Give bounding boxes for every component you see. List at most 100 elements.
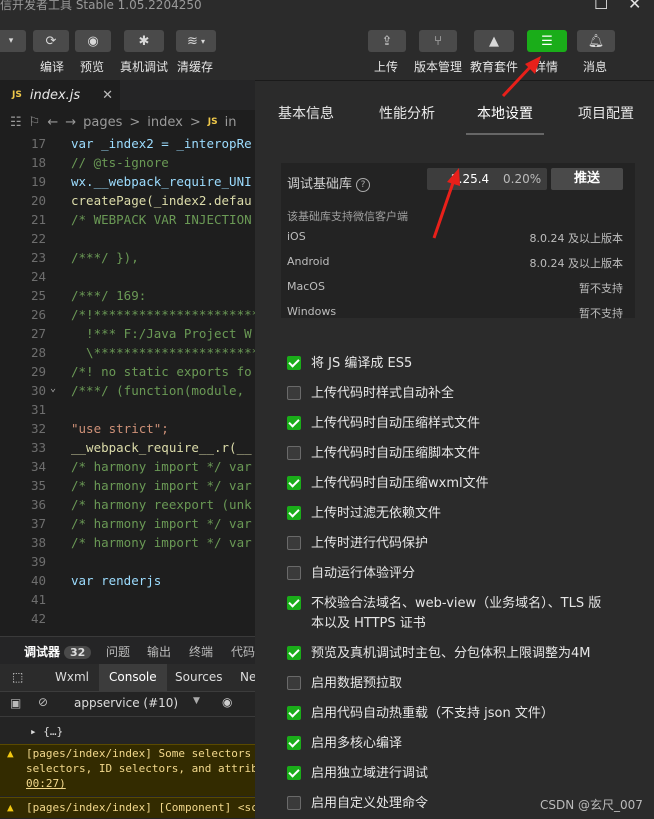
line-number: 40	[30, 573, 46, 588]
code-text: /***/ }),	[71, 250, 139, 265]
line-number: 31	[30, 402, 46, 417]
bottom-panel-tabs: 调试器 32 问题 输出 终端 代码	[0, 636, 255, 665]
forward-arrow-icon[interactable]: →	[65, 115, 76, 130]
tab-project-config[interactable]: 项目配置	[578, 103, 634, 123]
back-arrow-icon[interactable]: ←	[47, 115, 58, 130]
tab-basic-info[interactable]: 基本信息	[278, 103, 334, 123]
push-button[interactable]: 推送	[551, 168, 623, 190]
context-selector[interactable]: appservice (#10)	[74, 696, 178, 710]
upload-button[interactable]: ⇪	[368, 30, 406, 52]
platform-row: Windows 暂不支持	[287, 305, 623, 320]
line-number: 39	[30, 554, 46, 569]
messages-button[interactable]: 🔔︎	[577, 30, 615, 52]
tab-debugger[interactable]: 调试器 32	[24, 643, 92, 660]
option-label: 上传代码时样式自动补全	[311, 386, 455, 401]
option-label: 预览及真机调试时主包、分包体积上限调整为4M	[311, 646, 591, 661]
inspect-icon[interactable]: ⬚	[12, 670, 23, 684]
tab-wxml[interactable]: Wxml	[55, 670, 89, 684]
close-window-icon[interactable]: ✕	[628, 0, 641, 13]
checkbox-checked[interactable]	[287, 646, 301, 660]
option-label: 上传代码时自动压缩wxml文件	[311, 476, 489, 491]
code-line: 42	[0, 611, 255, 630]
details-button[interactable]: ☰	[527, 30, 567, 52]
mode-dropdown[interactable]: ▾	[0, 30, 26, 52]
checkbox-checked[interactable]	[287, 596, 301, 610]
option-label: 启用代码自动热重载（不支持 json 文件）	[311, 706, 554, 721]
tab-performance[interactable]: 性能分析	[379, 103, 435, 123]
close-icon[interactable]: ✕	[102, 88, 113, 103]
breadcrumb-item[interactable]: in	[225, 115, 237, 130]
outline-icon[interactable]: ☷	[10, 115, 22, 130]
bell-icon: 🔔︎	[587, 33, 605, 49]
checkbox-unchecked[interactable]	[287, 796, 301, 810]
line-number: 36	[30, 497, 46, 512]
tab-network[interactable]: Ne	[240, 670, 256, 684]
line-number: 37	[30, 516, 46, 531]
sidebar-toggle-icon[interactable]: ▣	[10, 696, 21, 710]
editor-tab-index-js[interactable]: JS index.js ✕	[0, 80, 120, 110]
code-text: // @ts-ignore	[71, 155, 169, 170]
checkbox-checked[interactable]	[287, 736, 301, 750]
version-button[interactable]: ⑂	[419, 30, 457, 52]
option-label: 上传时过滤无依赖文件	[311, 506, 442, 521]
code-line: 25 /***/ 169:	[0, 288, 255, 307]
breadcrumb: ☷ ⚐ ← → pages > index > JS in	[0, 110, 255, 134]
clear-console-icon[interactable]: ⊘	[38, 695, 48, 709]
education-button[interactable]: ▲	[474, 30, 514, 52]
checkbox-unchecked[interactable]	[287, 566, 301, 580]
tab-output[interactable]: 输出	[147, 643, 171, 660]
collapsed-object[interactable]: ▸ {…}	[30, 725, 63, 738]
tab-problems[interactable]: 问题	[106, 643, 130, 660]
checkbox-checked[interactable]	[287, 356, 301, 370]
fold-chevron-icon[interactable]: ⌄	[50, 383, 56, 394]
preview-button[interactable]: ◉	[75, 30, 111, 52]
warning-icon: ▲	[7, 801, 14, 814]
checkbox-checked[interactable]	[287, 416, 301, 430]
code-line: 33 __webpack_require__.r(__	[0, 440, 255, 459]
checkbox-checked[interactable]	[287, 476, 301, 490]
code-line: 26 /*!**********************	[0, 307, 255, 326]
code-text: /* harmony import */ var	[71, 516, 252, 531]
tab-code[interactable]: 代码	[231, 643, 255, 660]
checkbox-unchecked[interactable]	[287, 446, 301, 460]
maximize-icon[interactable]: ☐	[594, 0, 608, 13]
breadcrumb-item[interactable]: pages	[83, 115, 122, 130]
version-label: 版本管理	[414, 60, 463, 74]
option-label: 不校验合法域名、web-view（业务域名）、TLS 版本以及 HTTPS 证书	[311, 596, 602, 631]
platform-row: Android 8.0.24 及以上版本	[287, 255, 623, 270]
compile-button[interactable]: ⟳	[33, 30, 69, 52]
breadcrumb-item[interactable]: index	[147, 115, 183, 130]
code-text: wx.__webpack_require_UNI	[71, 174, 252, 189]
tab-console[interactable]: Console	[99, 664, 167, 691]
line-number: 42	[30, 611, 46, 626]
platform-name: Windows	[287, 305, 337, 318]
line-number: 20	[30, 193, 46, 208]
checkbox-checked[interactable]	[287, 766, 301, 780]
help-icon[interactable]: ?	[356, 177, 371, 192]
checkbox-checked[interactable]	[287, 506, 301, 520]
code-editor[interactable]: 17 var _index2 = _interopRe 18 // @ts-ignor…	[0, 136, 255, 630]
tab-local-settings[interactable]: 本地设置	[477, 103, 533, 123]
checkbox-unchecked[interactable]	[287, 386, 301, 400]
tab-terminal[interactable]: 终端	[189, 643, 213, 660]
bookmark-icon[interactable]: ⚐	[29, 115, 41, 130]
checkbox-checked[interactable]	[287, 706, 301, 720]
line-number: 29	[30, 364, 46, 379]
preview-label: 预览	[80, 60, 105, 74]
checkbox-unchecked[interactable]	[287, 676, 301, 690]
chevron-down-icon[interactable]: ▼	[193, 696, 200, 706]
code-line: 38 /* harmony import */ var	[0, 535, 255, 554]
menu-icon: ☰	[541, 33, 553, 49]
remote-debug-label: 真机调试	[120, 60, 169, 74]
tab-sources[interactable]: Sources	[175, 670, 222, 684]
checkbox-unchecked[interactable]	[287, 536, 301, 550]
breadcrumb-sep: >	[129, 114, 141, 130]
messages-label: 消息	[583, 60, 608, 74]
line-number: 21	[30, 212, 46, 227]
platform-name: Android	[287, 255, 330, 268]
minimize-icon[interactable]: —	[540, 0, 556, 5]
eye-icon[interactable]: ◉	[222, 695, 232, 709]
clear-cache-button[interactable]: ≋ ▾	[176, 30, 216, 52]
line-number: 34	[30, 459, 46, 474]
remote-debug-button[interactable]: ✱	[124, 30, 164, 52]
